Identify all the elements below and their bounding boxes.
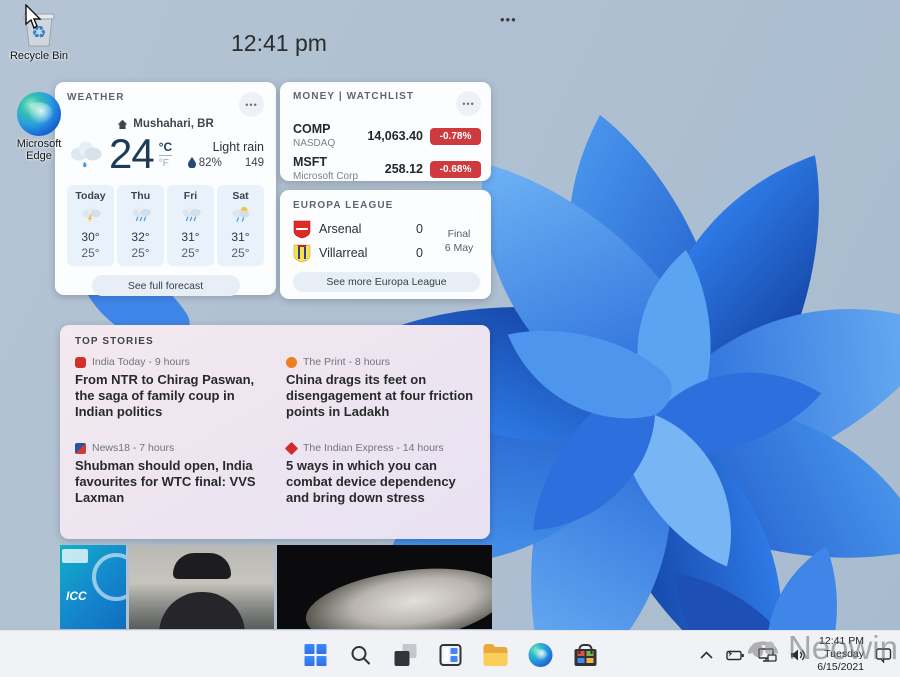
weather-widget: WEATHER ••• Mushahari, BR 24 °C °F Light… bbox=[55, 82, 276, 295]
stock-exchange: Microsoft Corp bbox=[293, 171, 358, 182]
indian-express-icon bbox=[285, 441, 298, 454]
stock-price: 258.12 bbox=[385, 162, 423, 176]
taskbar: 12:41 PM Tuesday 6/15/2021 bbox=[0, 630, 900, 677]
air-quality-icon bbox=[230, 157, 242, 168]
story-thumbnail-dark[interactable] bbox=[277, 545, 492, 629]
stock-symbol: MSFT bbox=[293, 156, 358, 169]
edge-icon bbox=[528, 643, 552, 667]
start-button[interactable] bbox=[297, 636, 334, 673]
villarreal-crest-icon bbox=[293, 244, 311, 263]
india-today-icon bbox=[75, 357, 86, 368]
score: 0 bbox=[416, 222, 423, 236]
stock-row-msft[interactable]: MSFT Microsoft Corp 258.12 -0.68% bbox=[293, 156, 481, 182]
score: 0 bbox=[416, 246, 423, 260]
task-view-icon bbox=[394, 644, 416, 666]
search-button[interactable] bbox=[342, 636, 379, 673]
forecast-day-today[interactable]: Today 30° 25° bbox=[67, 185, 114, 266]
money-title: MONEY | WATCHLIST bbox=[293, 91, 414, 102]
windows-logo-icon bbox=[304, 644, 326, 666]
file-explorer-button[interactable] bbox=[477, 636, 514, 673]
desktop-icon-microsoft-edge[interactable]: Microsoft Edge bbox=[6, 92, 72, 162]
microsoft-store-button[interactable] bbox=[567, 636, 604, 673]
tray-battery-icon[interactable] bbox=[724, 647, 747, 663]
widgets-icon bbox=[439, 644, 461, 666]
news18-icon bbox=[75, 443, 86, 454]
story-thumbnail-icc[interactable]: ICC bbox=[60, 545, 126, 629]
widgets-panel-more-icon[interactable]: ••• bbox=[500, 12, 517, 27]
stock-symbol: COMP bbox=[293, 123, 335, 136]
tray-day: Tuesday bbox=[817, 648, 864, 661]
forecast-day-thu[interactable]: Thu 32° 25° bbox=[117, 185, 164, 266]
stock-change-badge: -0.78% bbox=[430, 128, 481, 145]
europa-league-widget: EUROPA LEAGUE Arsenal 0 Villarreal 0 bbox=[280, 190, 491, 299]
search-icon bbox=[349, 644, 371, 666]
unit-celsius-toggle[interactable]: °C bbox=[159, 140, 172, 156]
top-stories-title: TOP STORIES bbox=[75, 336, 475, 347]
arsenal-crest-icon bbox=[293, 220, 311, 239]
stock-change-badge: -0.68% bbox=[430, 161, 481, 178]
top-stories-widget: TOP STORIES India Today - 9 hours From N… bbox=[60, 325, 490, 539]
weather-location: Mushahari, BR bbox=[133, 118, 214, 130]
edge-button[interactable] bbox=[522, 636, 559, 673]
task-view-button[interactable] bbox=[387, 636, 424, 673]
weather-temperature: 24 bbox=[109, 132, 154, 176]
edge-icon bbox=[17, 92, 61, 136]
rain-icon bbox=[180, 205, 202, 223]
tray-volume-icon[interactable] bbox=[788, 646, 808, 664]
mouse-cursor bbox=[24, 4, 44, 30]
notification-center-icon[interactable] bbox=[873, 645, 894, 665]
rain-icon bbox=[130, 205, 152, 223]
file-explorer-icon bbox=[483, 647, 507, 666]
recycle-bin-label: Recycle Bin bbox=[10, 50, 68, 62]
money-widget: MONEY | WATCHLIST ••• COMP NASDAQ 14,063… bbox=[280, 82, 491, 181]
rain-cloud-icon bbox=[67, 138, 105, 170]
europa-league-title: EUROPA LEAGUE bbox=[293, 200, 481, 211]
edge-label: Microsoft Edge bbox=[6, 138, 72, 162]
forecast-day-fri[interactable]: Fri 31° 25° bbox=[167, 185, 214, 266]
weather-title: WEATHER bbox=[67, 92, 125, 103]
sun-rain-icon bbox=[230, 205, 252, 223]
microsoft-store-icon bbox=[574, 649, 596, 666]
widgets-panel-time: 12:41 pm bbox=[231, 30, 327, 57]
widgets-button[interactable] bbox=[432, 636, 469, 673]
story-thumbnail-cricketer[interactable] bbox=[129, 545, 274, 629]
see-full-forecast-button[interactable]: See full forecast bbox=[92, 275, 240, 296]
tray-network-icon[interactable] bbox=[756, 646, 779, 664]
storm-icon bbox=[80, 205, 102, 223]
stock-exchange: NASDAQ bbox=[293, 138, 335, 149]
humidity-droplet-icon bbox=[188, 157, 196, 168]
match-team-arsenal[interactable]: Arsenal 0 bbox=[293, 217, 437, 241]
home-icon bbox=[117, 119, 128, 130]
match-status: Final 6 May bbox=[437, 227, 481, 255]
stock-price: 14,063.40 bbox=[367, 129, 423, 143]
weather-air-quality: 149 bbox=[245, 157, 264, 169]
weather-humidity: 82% bbox=[199, 157, 222, 169]
weather-more-icon[interactable]: ••• bbox=[239, 92, 264, 117]
weather-condition: Light rain bbox=[188, 140, 264, 154]
story-indian-express[interactable]: The Indian Express - 14 hours 5 ways in … bbox=[286, 442, 475, 506]
tray-chevron-up-icon[interactable] bbox=[698, 649, 715, 661]
money-more-icon[interactable]: ••• bbox=[456, 91, 481, 116]
story-india-today[interactable]: India Today - 9 hours From NTR to Chirag… bbox=[75, 356, 264, 420]
story-thumbnails-strip: ICC bbox=[60, 545, 492, 629]
stock-row-comp[interactable]: COMP NASDAQ 14,063.40 -0.78% bbox=[293, 123, 481, 149]
story-news18[interactable]: News18 - 7 hours Shubman should open, In… bbox=[75, 442, 264, 506]
tray-clock[interactable]: 12:41 PM Tuesday 6/15/2021 bbox=[817, 635, 864, 674]
tray-date: 6/15/2021 bbox=[817, 661, 864, 674]
icc-logo: ICC bbox=[66, 589, 87, 603]
story-the-print[interactable]: The Print - 8 hours China drags its feet… bbox=[286, 356, 475, 420]
the-print-icon bbox=[286, 357, 297, 368]
weather-forecast-row: Today 30° 25° Thu 32° 25° Fri bbox=[67, 185, 264, 266]
match-team-villarreal[interactable]: Villarreal 0 bbox=[293, 241, 437, 265]
unit-fahrenheit-toggle[interactable]: °F bbox=[159, 158, 169, 169]
forecast-day-sat[interactable]: Sat 31° 25° bbox=[217, 185, 264, 266]
tray-time: 12:41 PM bbox=[817, 635, 864, 648]
see-more-europa-league-button[interactable]: See more Europa League bbox=[293, 272, 480, 292]
